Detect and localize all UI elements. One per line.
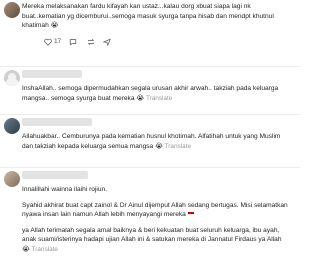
comment-1: Mereka melaksanakan fardu kifayah kan us… xyxy=(0,0,300,67)
translate-link[interactable]: Translate xyxy=(165,143,191,150)
comment-2: InshaAllah.. semoga dipermudahkan segala… xyxy=(0,67,300,115)
translate-link[interactable]: Translate xyxy=(146,95,172,102)
like-button[interactable]: 17 xyxy=(44,38,61,46)
comment-feed: Mereka melaksanakan fardu kifayah kan us… xyxy=(0,0,300,262)
my-flag-icon xyxy=(187,212,194,217)
heart-icon xyxy=(44,38,52,46)
redacted-username xyxy=(22,118,92,126)
comment-4: Innalillahi wainna ilaihi rojiun. Syahid… xyxy=(0,168,300,262)
comment-icon xyxy=(70,38,77,46)
comment-text: Mereka melaksanakan fardu kifayah kan us… xyxy=(22,3,274,29)
redacted-username xyxy=(22,171,88,179)
avatar[interactable] xyxy=(4,70,20,86)
like-count: 17 xyxy=(54,38,62,45)
redacted-username xyxy=(22,70,82,78)
comment-text: Innalillahi wainna ilaihi rojiun. Syahid… xyxy=(22,186,288,253)
translate-link[interactable]: Translate xyxy=(32,246,58,253)
comment-3: Allahuakbar.. Cemburunya pada kematian h… xyxy=(0,115,300,168)
avatar[interactable] xyxy=(4,171,20,187)
repost-button[interactable] xyxy=(87,38,95,46)
share-icon xyxy=(103,38,112,46)
comment-actions: 17 xyxy=(22,37,300,47)
comment-button[interactable] xyxy=(69,38,79,46)
repost-icon xyxy=(87,38,95,45)
share-button[interactable] xyxy=(103,38,113,46)
avatar[interactable] xyxy=(4,118,20,134)
avatar[interactable] xyxy=(4,2,20,18)
